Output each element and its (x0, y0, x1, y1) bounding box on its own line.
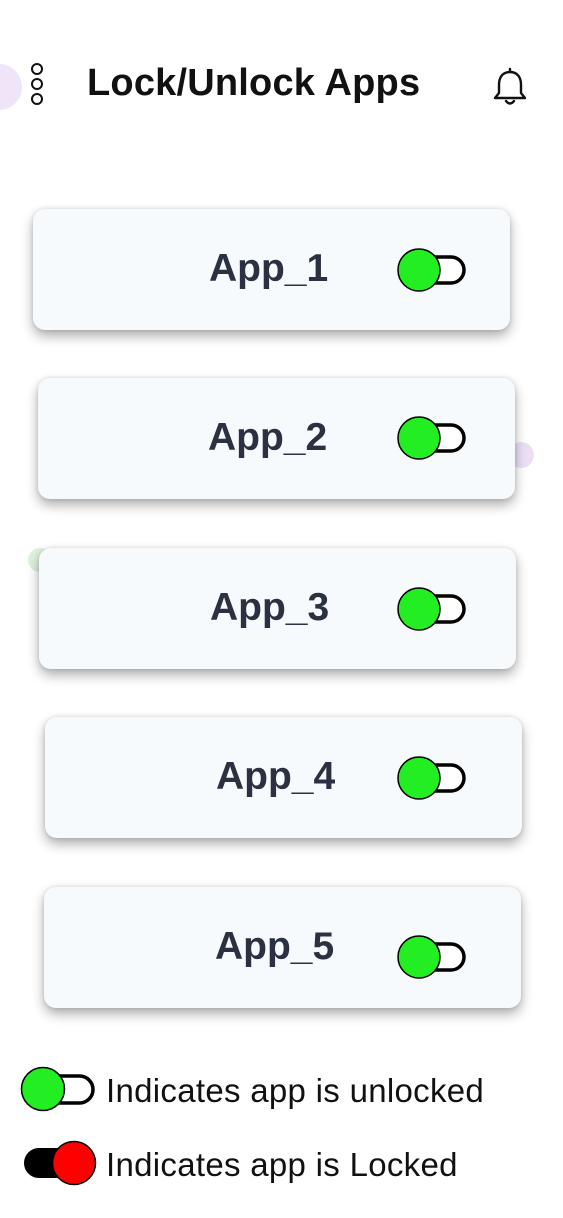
app-name: App_1 (209, 247, 329, 290)
kebab-menu-icon[interactable] (30, 63, 44, 109)
lock-toggle[interactable] (396, 754, 470, 802)
app-name: App_5 (215, 925, 335, 968)
legend-unlocked: Indicates app is unlocked (20, 1064, 540, 1114)
decorative-blob (0, 64, 22, 110)
app-card-3: App_3 (39, 548, 516, 669)
lock-toggle[interactable] (396, 246, 470, 294)
legend-locked: Indicates app is Locked (20, 1138, 540, 1188)
lock-toggle[interactable] (396, 414, 470, 462)
app-name: App_2 (208, 416, 328, 459)
page-title: Lock/Unlock Apps (87, 62, 421, 104)
legend-locked-text: Indicates app is Locked (106, 1146, 458, 1183)
locked-toggle-icon (24, 1140, 97, 1186)
lock-toggle[interactable] (396, 585, 470, 633)
app-name: App_3 (210, 586, 330, 629)
app-screen: Lock/Unlock Apps App_1 App_2 App_3 App_4 (0, 0, 563, 1218)
app-card-4: App_4 (45, 717, 522, 838)
app-card-5: App_5 (44, 887, 521, 1008)
app-card-1: App_1 (33, 209, 510, 330)
lock-toggle[interactable] (396, 933, 470, 981)
app-name: App_4 (216, 755, 336, 798)
app-card-2: App_2 (38, 378, 515, 499)
bell-icon[interactable] (491, 67, 529, 107)
legend-unlocked-text: Indicates app is unlocked (106, 1072, 485, 1109)
unlocked-toggle-icon (20, 1066, 95, 1112)
